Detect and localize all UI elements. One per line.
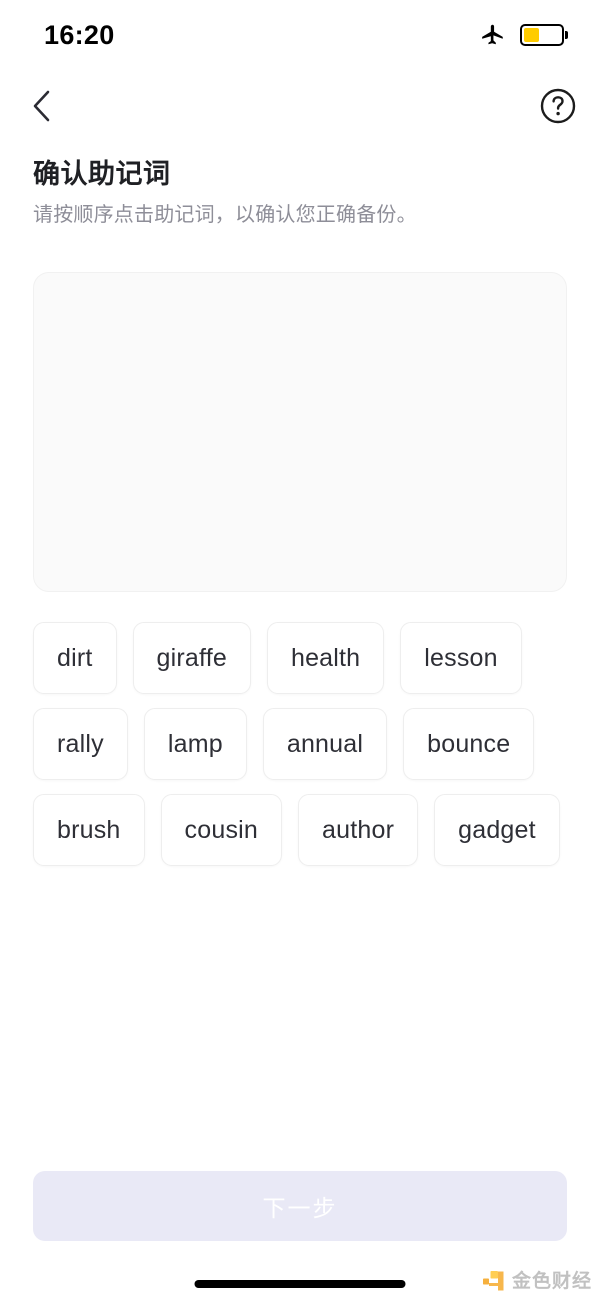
word-chip[interactable]: brush: [33, 794, 145, 866]
word-chip[interactable]: rally: [33, 708, 128, 780]
header-block: 确认助记词 请按顺序点击助记词，以确认您正确备份。: [33, 158, 567, 229]
word-chip[interactable]: lesson: [400, 622, 522, 694]
home-indicator: [194, 1280, 406, 1288]
status-time: 16:20: [44, 19, 115, 50]
word-chip[interactable]: dirt: [33, 622, 117, 694]
selected-words-dropzone[interactable]: [33, 272, 567, 592]
back-button[interactable]: [18, 82, 66, 130]
word-bank: dirt giraffe health lesson rally lamp annual bo…: [33, 622, 567, 866]
battery-cap: [564, 31, 568, 39]
word-chip[interactable]: health: [266, 622, 385, 694]
next-button[interactable]: 下一步: [33, 1171, 567, 1241]
watermark: 金色财经: [482, 1269, 592, 1293]
app-screen: 16:20 确认助记词 请按顺序点击助记词，以确认您正确备份。 dirt gir…: [0, 0, 600, 1299]
page-title: 确认助记词: [33, 159, 171, 189]
word-chip[interactable]: gadget: [434, 794, 560, 866]
selected-words-list: [34, 273, 566, 309]
help-button[interactable]: [534, 82, 582, 130]
word-chip[interactable]: giraffe: [132, 622, 251, 694]
status-bar: 16:20: [0, 0, 600, 70]
status-indicators: [480, 22, 568, 48]
question-circle-icon: [540, 88, 576, 124]
word-chip[interactable]: bounce: [403, 708, 535, 780]
battery-fill: [524, 28, 540, 42]
word-chip[interactable]: author: [298, 794, 419, 866]
word-chip[interactable]: lamp: [143, 708, 247, 780]
chevron-left-icon: [33, 90, 50, 122]
jinse-logo-icon: [482, 1271, 504, 1291]
airplane-icon: [482, 24, 503, 45]
watermark-text: 金色财经: [511, 1270, 592, 1292]
page-subtitle: 请按顺序点击助记词，以确认您正确备份。: [33, 203, 417, 226]
battery-icon: [520, 24, 568, 46]
word-chip[interactable]: annual: [262, 708, 388, 780]
word-chip[interactable]: cousin: [160, 794, 283, 866]
nav-bar: [0, 78, 600, 134]
